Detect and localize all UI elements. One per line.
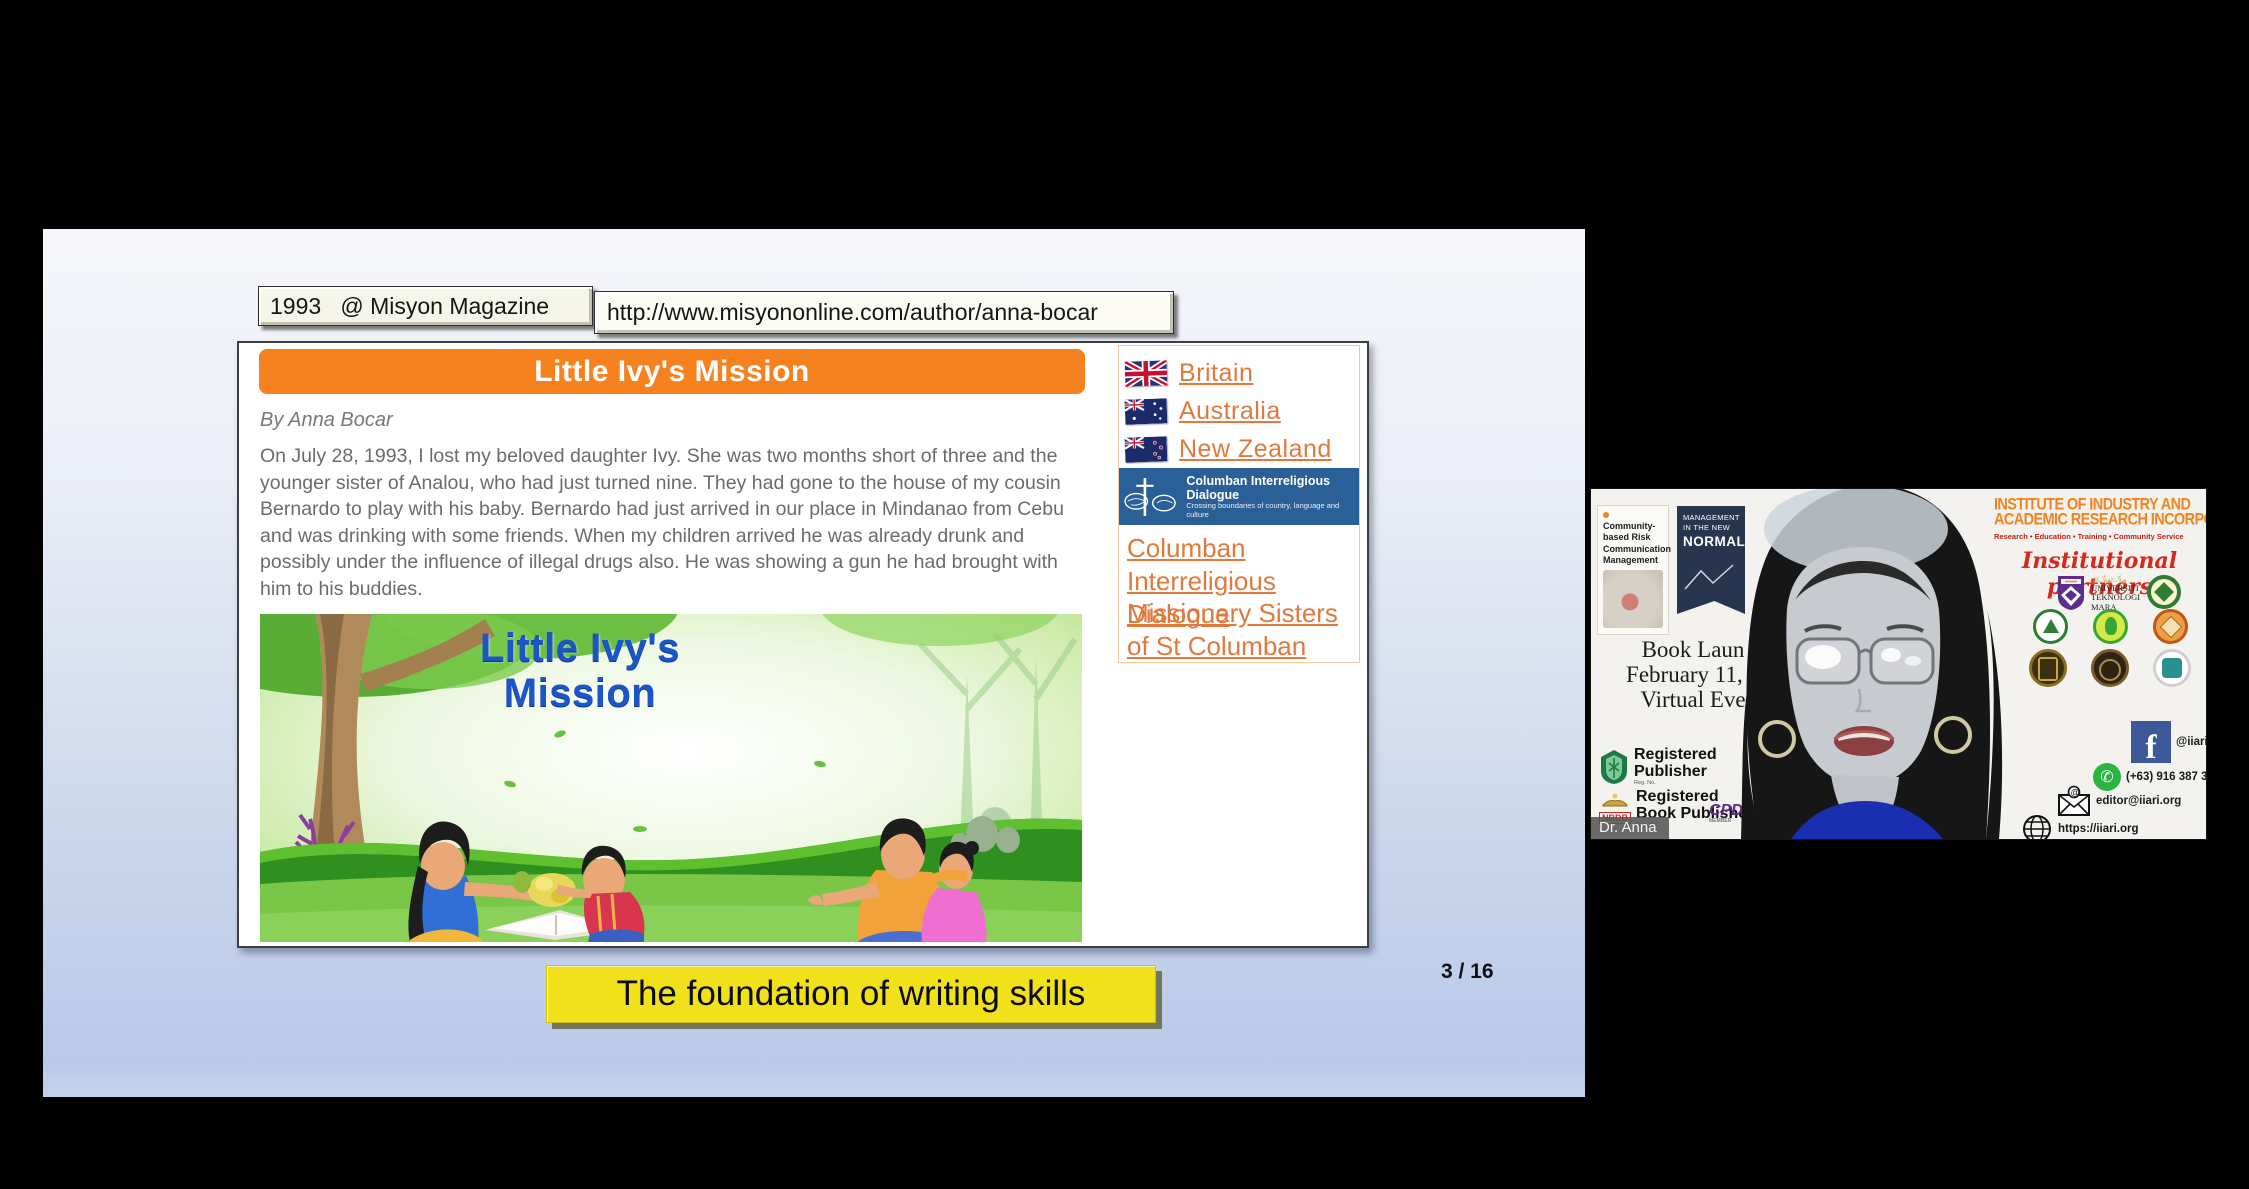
columban-banner-subtitle: Crossing boundaries of country, language… [1186,502,1359,519]
link-new-zealand[interactable]: New Zealand [1179,435,1332,464]
mouth [1834,726,1894,756]
flag-australia-icon [1125,398,1168,424]
link-australia[interactable]: Australia [1179,397,1281,426]
year-source-label: 1993 @ Misyon Magazine [270,293,549,320]
columban-banner: Columban Interreligious Dialogue Crossin… [1119,468,1359,525]
slide-caption-text: The foundation of writing skills [617,974,1086,1013]
columban-banner-text: Columban Interreligious Dialogue Crossin… [1186,474,1359,520]
country-row-australia: Australia [1125,394,1281,428]
participant-name-label: Dr. Anna [1591,817,1669,839]
story-illustration: Little Ivy's Mission [260,614,1082,942]
webpage-sidebar: Britain Australia [1118,345,1360,663]
country-row-new-zealand: New Zealand [1125,432,1332,466]
webpage-screenshot: Little Ivy's Mission By Anna Bocar On Ju… [237,341,1369,948]
link-britain[interactable]: Britain [1179,359,1253,388]
year-source-box: 1993 @ Misyon Magazine [258,286,593,326]
url-text: http://www.misyononline.com/author/anna-… [607,299,1098,326]
url-box[interactable]: http://www.misyononline.com/author/anna-… [594,291,1174,334]
columban-banner-title: Columban Interreligious Dialogue [1186,474,1359,503]
country-row-britain: Britain [1125,356,1253,390]
flag-new-zealand-icon [1125,436,1168,462]
link-missionary-sisters[interactable]: Missionary Sisters of St Columban [1127,597,1353,663]
illustration-title: Little Ivy's Mission [410,626,750,716]
columban-logo-icon [1119,472,1186,522]
slide-caption-banner: The foundation of writing skills [546,965,1156,1023]
article-byline: By Anna Bocar [260,409,393,432]
article-title: Little Ivy's Mission [534,355,810,388]
speaker-video-tile[interactable]: Community-based Risk Communication Manag… [1590,488,2207,840]
presentation-slide: 1993 @ Misyon Magazine http://www.misyon… [43,229,1585,1097]
article-title-bar: Little Ivy's Mission [259,349,1085,394]
flag-britain-icon [1125,360,1168,386]
article-paragraph: On July 28, 1993, I lost my beloved daug… [260,443,1090,602]
speaker-person [1591,489,2206,839]
slide-page-number: 3 / 16 [1441,960,1494,984]
